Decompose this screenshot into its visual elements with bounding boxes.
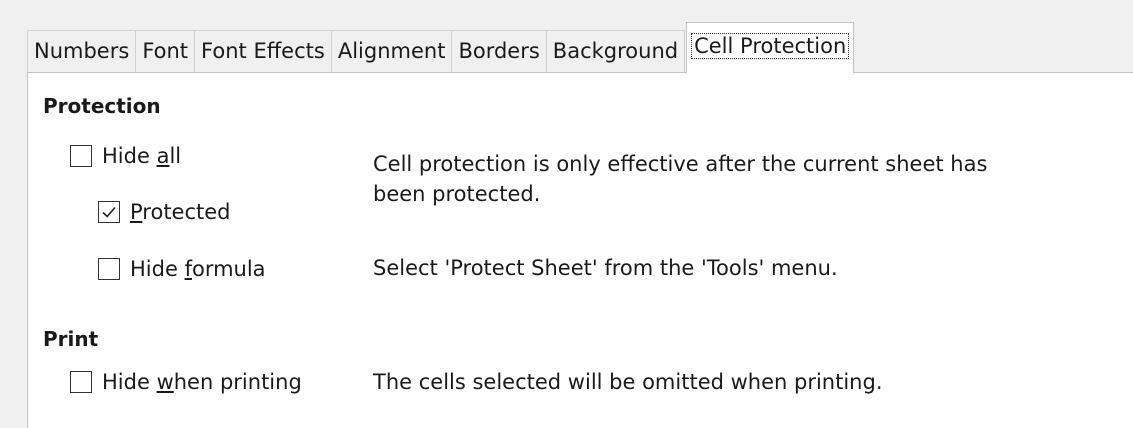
protection-info-line-2: been protected. — [373, 182, 541, 206]
hide-formula-checkbox-box[interactable] — [98, 258, 120, 280]
protection-info-line-1: Cell protection is only effective after … — [373, 152, 988, 176]
hide-all-label: Hide all — [102, 144, 182, 168]
hide-when-printing-checkbox-box[interactable] — [70, 371, 92, 393]
tab-font[interactable]: Font — [135, 30, 196, 73]
tab-borders[interactable]: Borders — [451, 30, 547, 73]
protected-label: Protected — [130, 200, 231, 224]
hide-formula-label: Hide formula — [130, 257, 266, 281]
check-mark-icon — [102, 206, 116, 218]
protection-section-title: Protection — [43, 94, 161, 118]
protection-info-text: Cell protection is only effective after … — [373, 149, 987, 209]
print-info-text: The cells selected will be omitted when … — [373, 370, 883, 394]
protected-checkbox-box[interactable] — [98, 201, 120, 223]
cell-protection-panel: Protection Hide all Protected Hide formu… — [27, 72, 1133, 428]
tab-font-effects[interactable]: Font Effects — [194, 30, 332, 73]
hide-when-printing-label: Hide when printing — [102, 370, 302, 394]
tab-cell-protection-label: Cell Protection — [691, 33, 850, 59]
hide-formula-checkbox[interactable]: Hide formula — [98, 256, 266, 282]
hide-all-checkbox-box[interactable] — [70, 145, 92, 167]
tab-alignment[interactable]: Alignment — [330, 30, 453, 73]
hide-all-checkbox[interactable]: Hide all — [70, 143, 181, 169]
tab-background[interactable]: Background — [545, 30, 686, 73]
protected-checkbox[interactable]: Protected — [98, 199, 231, 225]
protect-sheet-hint: Select 'Protect Sheet' from the 'Tools' … — [373, 256, 838, 280]
tab-cell-protection[interactable]: Cell Protection — [686, 22, 855, 73]
tab-numbers[interactable]: Numbers — [27, 30, 137, 73]
tab-bar: Numbers Font Font Effects Alignment Bord… — [27, 22, 855, 73]
print-section-title: Print — [43, 327, 99, 351]
hide-when-printing-checkbox[interactable]: Hide when printing — [70, 369, 302, 395]
